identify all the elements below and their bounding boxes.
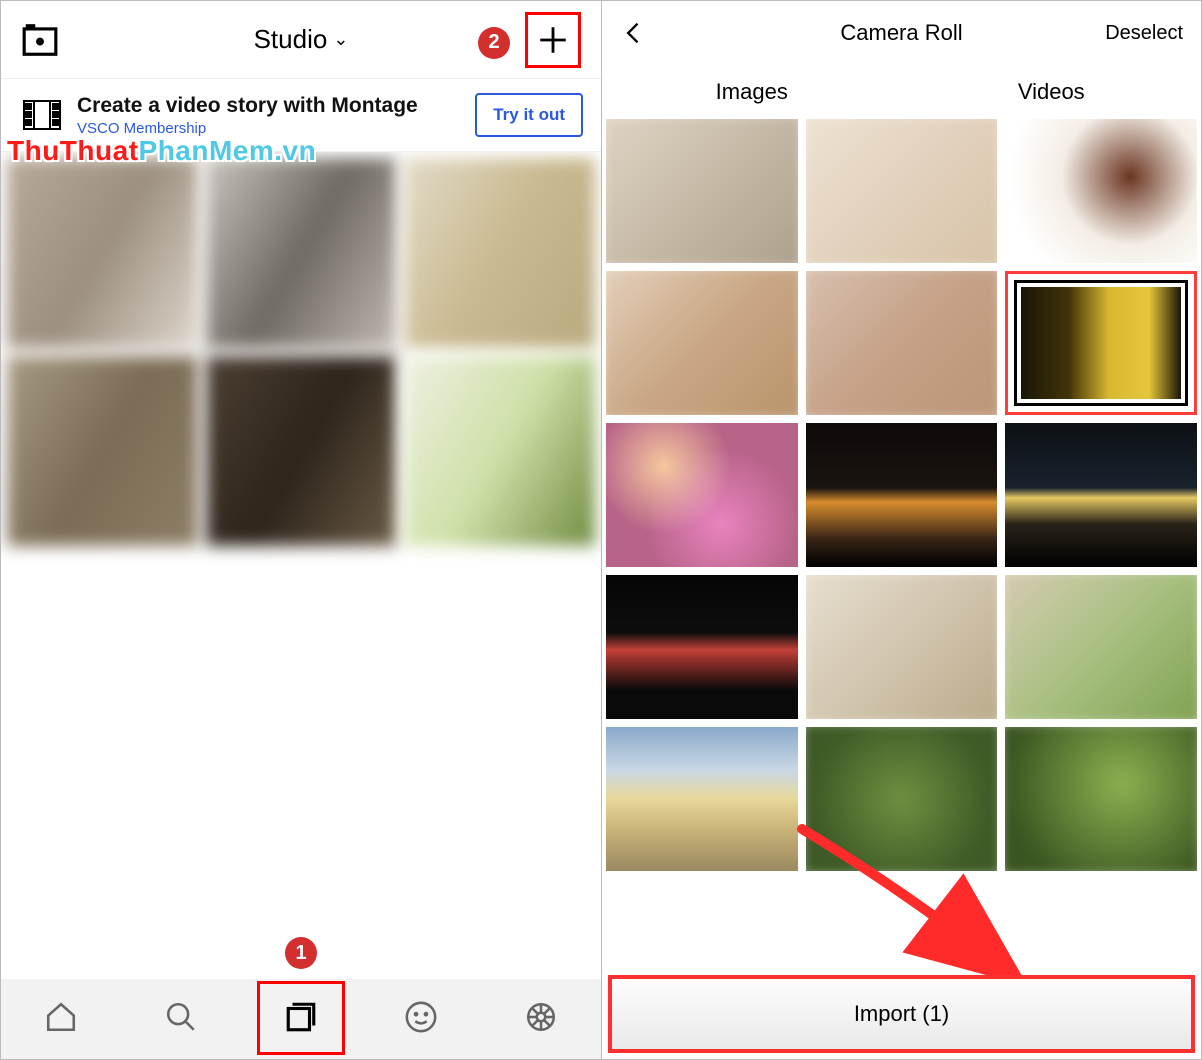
- photo-thumb[interactable]: [606, 727, 798, 871]
- studio-thumb[interactable]: [404, 356, 595, 546]
- try-it-out-button[interactable]: Try it out: [475, 93, 583, 137]
- photo-thumb[interactable]: [806, 423, 998, 567]
- studio-thumb[interactable]: [206, 158, 397, 348]
- nav-settings[interactable]: [515, 993, 567, 1045]
- search-icon: [164, 1000, 198, 1039]
- camera-roll-header: Camera Roll Deselect: [602, 1, 1201, 65]
- studio-thumb[interactable]: [404, 158, 595, 348]
- bottom-nav: 1: [1, 979, 601, 1059]
- studio-grid: [1, 152, 601, 979]
- studio-thumb[interactable]: [7, 158, 198, 348]
- photo-thumb[interactable]: [1005, 575, 1197, 719]
- studio-title-dropdown[interactable]: Studio ⌄: [254, 24, 349, 55]
- camera-roll-title: Camera Roll: [840, 20, 962, 46]
- studio-thumb[interactable]: [7, 356, 198, 546]
- smile-icon: [404, 1000, 438, 1039]
- media-tabs: Images Videos: [602, 65, 1201, 119]
- photo-thumb[interactable]: [606, 423, 798, 567]
- studio-panel: Studio ⌄ 2 Create a video story with Mon…: [1, 1, 601, 1059]
- photo-thumb[interactable]: [806, 119, 998, 263]
- photo-thumb[interactable]: [806, 727, 998, 871]
- photo-thumb[interactable]: [806, 575, 998, 719]
- nav-discover[interactable]: [395, 993, 447, 1045]
- chevron-down-icon: ⌄: [333, 29, 348, 50]
- highlight-box-nav: [257, 981, 345, 1055]
- callout-badge-1: 1: [285, 937, 317, 969]
- photo-thumb[interactable]: [606, 575, 798, 719]
- promo-text: Create a video story with Montage VSCO M…: [77, 94, 459, 137]
- photo-thumb[interactable]: [606, 119, 798, 263]
- photo-thumb[interactable]: [1005, 119, 1197, 263]
- app-frame: Studio ⌄ 2 Create a video story with Mon…: [0, 0, 1202, 1060]
- studio-title-text: Studio: [254, 24, 328, 55]
- photo-thumb[interactable]: [606, 271, 798, 415]
- studio-header: Studio ⌄ 2: [1, 1, 601, 79]
- tab-images[interactable]: Images: [602, 65, 902, 119]
- add-button[interactable]: 2: [525, 12, 581, 68]
- promo-subtitle[interactable]: VSCO Membership: [77, 120, 459, 137]
- photo-thumb[interactable]: [1005, 727, 1197, 871]
- photo-thumb[interactable]: [1005, 423, 1197, 567]
- back-button[interactable]: [620, 19, 648, 47]
- photo-thumb[interactable]: [806, 271, 998, 415]
- home-icon: [44, 1000, 78, 1039]
- promo-title: Create a video story with Montage: [77, 94, 459, 118]
- settings-wheel-icon: [524, 1000, 558, 1039]
- deselect-button[interactable]: Deselect: [1105, 22, 1183, 45]
- studio-thumb[interactable]: [206, 356, 397, 546]
- filmstrip-icon: [23, 100, 61, 130]
- nav-search[interactable]: [155, 993, 207, 1045]
- photo-thumb-selected[interactable]: [1005, 271, 1197, 415]
- camera-roll-grid: [602, 119, 1201, 1059]
- nav-home[interactable]: [35, 993, 87, 1045]
- callout-badge-2: 2: [478, 27, 510, 59]
- promo-banner: Create a video story with Montage VSCO M…: [1, 79, 601, 152]
- camera-roll-panel: Camera Roll Deselect Images Videos: [601, 1, 1201, 1059]
- camera-icon[interactable]: [21, 21, 59, 59]
- tab-videos[interactable]: Videos: [902, 65, 1202, 119]
- import-button[interactable]: Import (1): [608, 975, 1195, 1053]
